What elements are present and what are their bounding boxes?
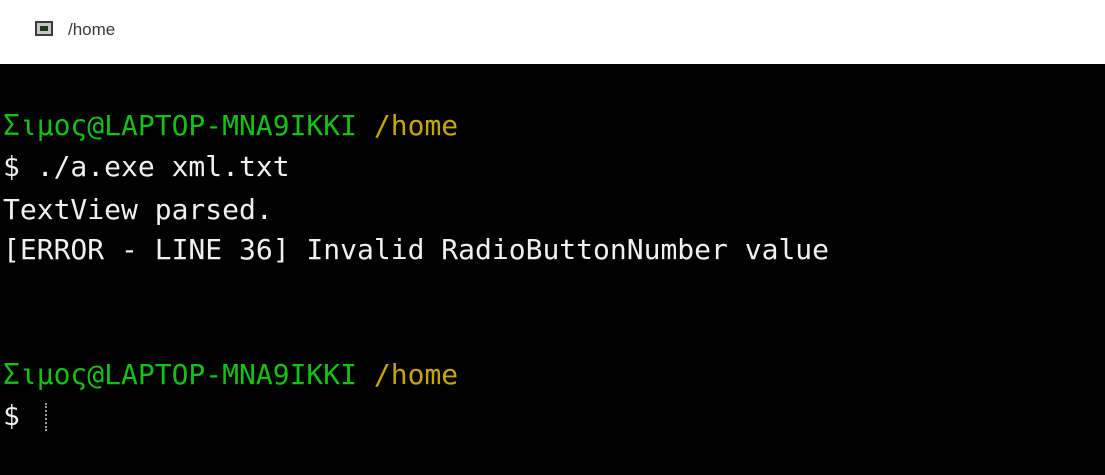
window-title: /home [68, 20, 116, 39]
title-bar[interactable]: /home [0, 0, 1105, 64]
output-line: TextView parsed. [3, 193, 273, 226]
terminal-icon-screen [40, 26, 48, 31]
prompt-path: /home [373, 358, 459, 391]
terminal-icon [35, 21, 53, 36]
prompt-user-host: Σιμος@LAPTOP-MNA9IKKI [3, 358, 358, 391]
prompt-line-2: Σιμος@LAPTOP-MNA9IKKI /home [3, 360, 458, 390]
command-line: $ ./a.exe xml.txt [3, 150, 290, 183]
text-cursor [44, 403, 49, 431]
error-line: [ERROR - LINE 36] Invalid RadioButtonNum… [3, 233, 830, 266]
prompt-line-1: Σιμος@LAPTOP-MNA9IKKI /home [3, 111, 458, 141]
input-line[interactable]: $ [3, 401, 49, 431]
terminal-window: /home Σιμος@LAPTOP-MNA9IKKI /home $ ./a.… [0, 0, 1105, 475]
prompt-path: /home [373, 109, 459, 142]
prompt-user-host: Σιμος@LAPTOP-MNA9IKKI [3, 109, 358, 142]
terminal-output[interactable]: Σιμος@LAPTOP-MNA9IKKI /home $ ./a.exe xm… [0, 64, 1105, 475]
input-prompt: $ [3, 399, 37, 432]
